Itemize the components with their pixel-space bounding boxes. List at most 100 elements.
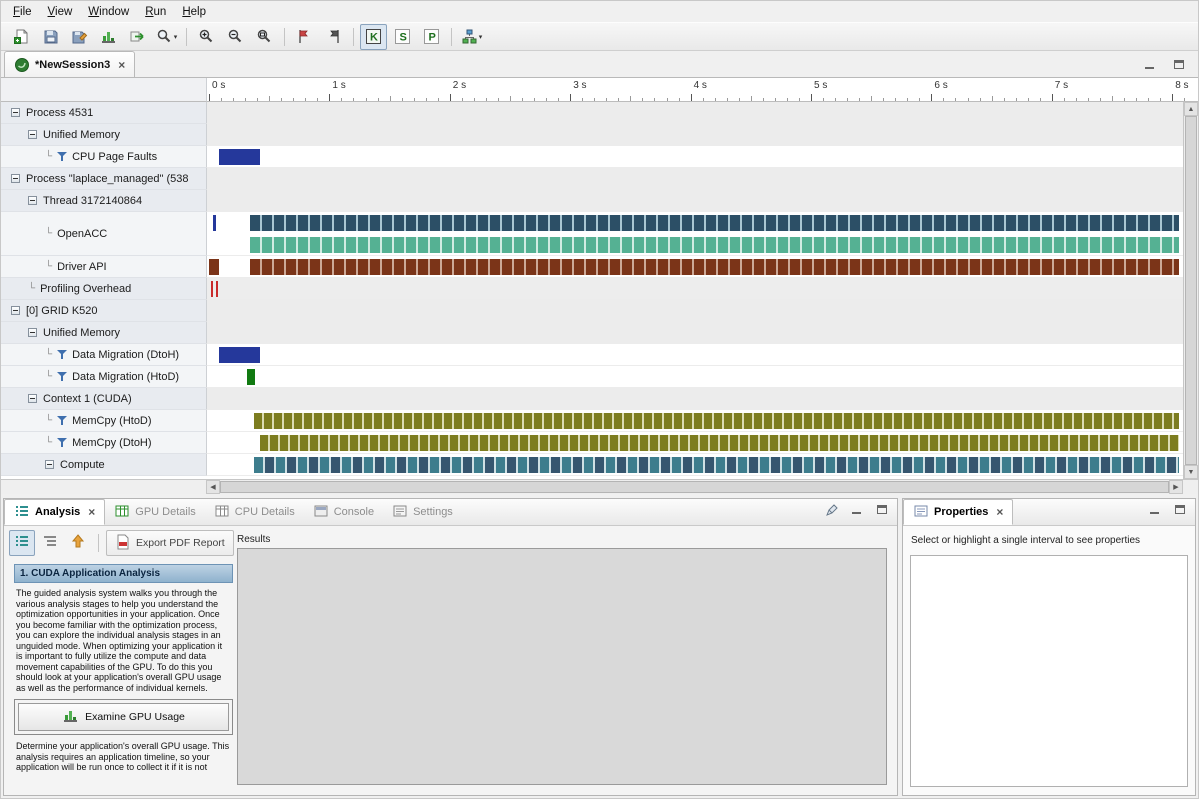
collapse-toggle-icon[interactable] <box>11 108 20 117</box>
timeline-track[interactable] <box>206 124 1198 146</box>
filter-icon[interactable] <box>57 415 68 426</box>
tab-console[interactable]: Console <box>304 499 383 525</box>
collapse-toggle-icon[interactable] <box>28 394 37 403</box>
tab-cpu-details[interactable]: CPU Details <box>205 499 304 525</box>
horizontal-scrollbar[interactable]: ◀ ▶ <box>206 480 1183 494</box>
collapse-toggle-icon[interactable] <box>28 130 37 139</box>
save-button[interactable] <box>37 24 64 50</box>
timeline-interval-bar[interactable] <box>247 369 255 385</box>
tab-settings[interactable]: Settings <box>383 499 462 525</box>
timeline-track[interactable] <box>206 322 1198 344</box>
tab-analysis[interactable]: Analysis× <box>4 499 105 525</box>
timeline-row-header[interactable]: Unified Memory <box>1 322 206 344</box>
scroll-right-icon[interactable]: ▶ <box>1169 480 1183 494</box>
tab-properties[interactable]: Properties × <box>903 499 1013 525</box>
timeline-track[interactable] <box>206 388 1198 410</box>
save-as-button[interactable] <box>66 24 93 50</box>
collapse-toggle-icon[interactable] <box>28 196 37 205</box>
goto-end-marker-button[interactable] <box>320 24 347 50</box>
timeline-interval-bar[interactable] <box>219 149 260 165</box>
time-ruler[interactable]: 0 s1 s2 s3 s4 s5 s6 s7 s8 s <box>206 78 1198 102</box>
menu-file[interactable]: File <box>5 3 40 21</box>
filter-icon[interactable] <box>57 437 68 448</box>
goto-start-marker-button[interactable] <box>291 24 318 50</box>
vertical-scrollbar[interactable]: ▲ ▼ <box>1183 102 1198 479</box>
minimize-icon[interactable] <box>851 503 864 521</box>
maximize-icon[interactable] <box>876 503 889 521</box>
timeline-track[interactable] <box>206 432 1198 454</box>
vertical-scroll-thumb[interactable] <box>1185 116 1197 465</box>
timeline-track[interactable] <box>206 146 1198 168</box>
zoom-out-button[interactable] <box>222 24 249 50</box>
timeline-interval-bar[interactable] <box>209 259 219 275</box>
collapse-toggle-icon[interactable] <box>11 306 20 315</box>
timeline-row-header[interactable]: Process "laplace_managed" (538 <box>1 168 206 190</box>
session-tab[interactable]: *NewSession3 × <box>4 51 135 77</box>
menu-window[interactable]: Window <box>80 3 137 21</box>
export-pdf-report-button[interactable]: Export PDF Report <box>106 530 234 556</box>
timeline-interval-bar[interactable] <box>219 347 260 363</box>
timeline-track[interactable] <box>206 168 1198 190</box>
timeline-interval-bar[interactable] <box>254 457 1180 473</box>
timeline-track[interactable] <box>206 278 1198 300</box>
up-level-button[interactable] <box>65 530 91 556</box>
timeline-track[interactable] <box>206 410 1198 432</box>
timeline-track[interactable] <box>206 366 1198 388</box>
close-tab-icon[interactable]: × <box>996 505 1003 519</box>
timeline-track[interactable] <box>206 256 1198 278</box>
timeline-interval-bar[interactable] <box>211 281 213 297</box>
timeline-row-header[interactable]: └Data Migration (HtoD) <box>1 366 206 388</box>
minimize-icon[interactable] <box>1149 503 1162 521</box>
minimize-icon[interactable] <box>1144 59 1157 71</box>
horizontal-scroll-thumb[interactable] <box>220 481 1169 493</box>
filter-icon[interactable] <box>57 349 68 360</box>
timeline-row-header[interactable]: └MemCpy (HtoD) <box>1 410 206 432</box>
view-menu-icon[interactable] <box>825 503 839 522</box>
search-dropdown-button[interactable]: ▾ <box>153 24 180 50</box>
timeline-interval-bar[interactable] <box>250 215 1179 231</box>
timeline-interval-bar[interactable] <box>250 259 1179 275</box>
collapse-toggle-icon[interactable] <box>45 460 54 469</box>
zoom-fit-button[interactable] <box>251 24 278 50</box>
timeline-row-header[interactable]: Unified Memory <box>1 124 206 146</box>
collapse-toggle-icon[interactable] <box>28 328 37 337</box>
menu-help[interactable]: Help <box>174 3 214 21</box>
stream-toggle-button[interactable]: S <box>389 24 416 50</box>
new-session-button[interactable] <box>8 24 35 50</box>
tab-gpu-details[interactable]: GPU Details <box>105 499 205 525</box>
menu-run[interactable]: Run <box>137 3 174 21</box>
maximize-icon[interactable] <box>1173 59 1186 71</box>
timeline-track[interactable] <box>206 344 1198 366</box>
process-toggle-button[interactable]: P <box>418 24 445 50</box>
filter-icon[interactable] <box>57 371 68 382</box>
timeline-row-header[interactable]: Thread 3172140864 <box>1 190 206 212</box>
unguided-analysis-view-button[interactable] <box>37 530 63 556</box>
timeline-track[interactable] <box>206 102 1198 124</box>
collapse-toggle-icon[interactable] <box>11 174 20 183</box>
examine-gpu-usage-button[interactable]: Examine GPU Usage <box>18 703 229 731</box>
timeline-row-header[interactable]: Context 1 (CUDA) <box>1 388 206 410</box>
filter-icon[interactable] <box>57 151 68 162</box>
timeline-row-header[interactable]: [0] GRID K520 <box>1 300 206 322</box>
timeline-track[interactable] <box>206 190 1198 212</box>
profile-chart-button[interactable] <box>95 24 122 50</box>
timeline-track[interactable] <box>206 300 1198 322</box>
close-tab-icon[interactable]: × <box>118 58 125 72</box>
menu-view[interactable]: View <box>40 3 81 21</box>
timeline-row-header[interactable]: Process 4531 <box>1 102 206 124</box>
import-button[interactable] <box>124 24 151 50</box>
timeline-interval-bar[interactable] <box>216 281 218 297</box>
timeline-row-header[interactable]: └MemCpy (DtoH) <box>1 432 206 454</box>
maximize-icon[interactable] <box>1174 503 1187 521</box>
timeline-row-header[interactable]: └Data Migration (DtoH) <box>1 344 206 366</box>
timeline-interval-bar[interactable] <box>213 215 215 231</box>
timeline-row-header[interactable]: Compute <box>1 454 206 476</box>
scroll-up-icon[interactable]: ▲ <box>1184 102 1198 116</box>
close-tab-icon[interactable]: × <box>88 505 95 519</box>
zoom-in-button[interactable] <box>193 24 220 50</box>
timeline-row-header[interactable]: └Driver API <box>1 256 206 278</box>
scroll-left-icon[interactable]: ◀ <box>206 480 220 494</box>
timeline-row-header[interactable]: └Profiling Overhead <box>1 278 206 300</box>
kernel-toggle-button[interactable]: K <box>360 24 387 50</box>
timeline-track[interactable] <box>206 212 1198 256</box>
